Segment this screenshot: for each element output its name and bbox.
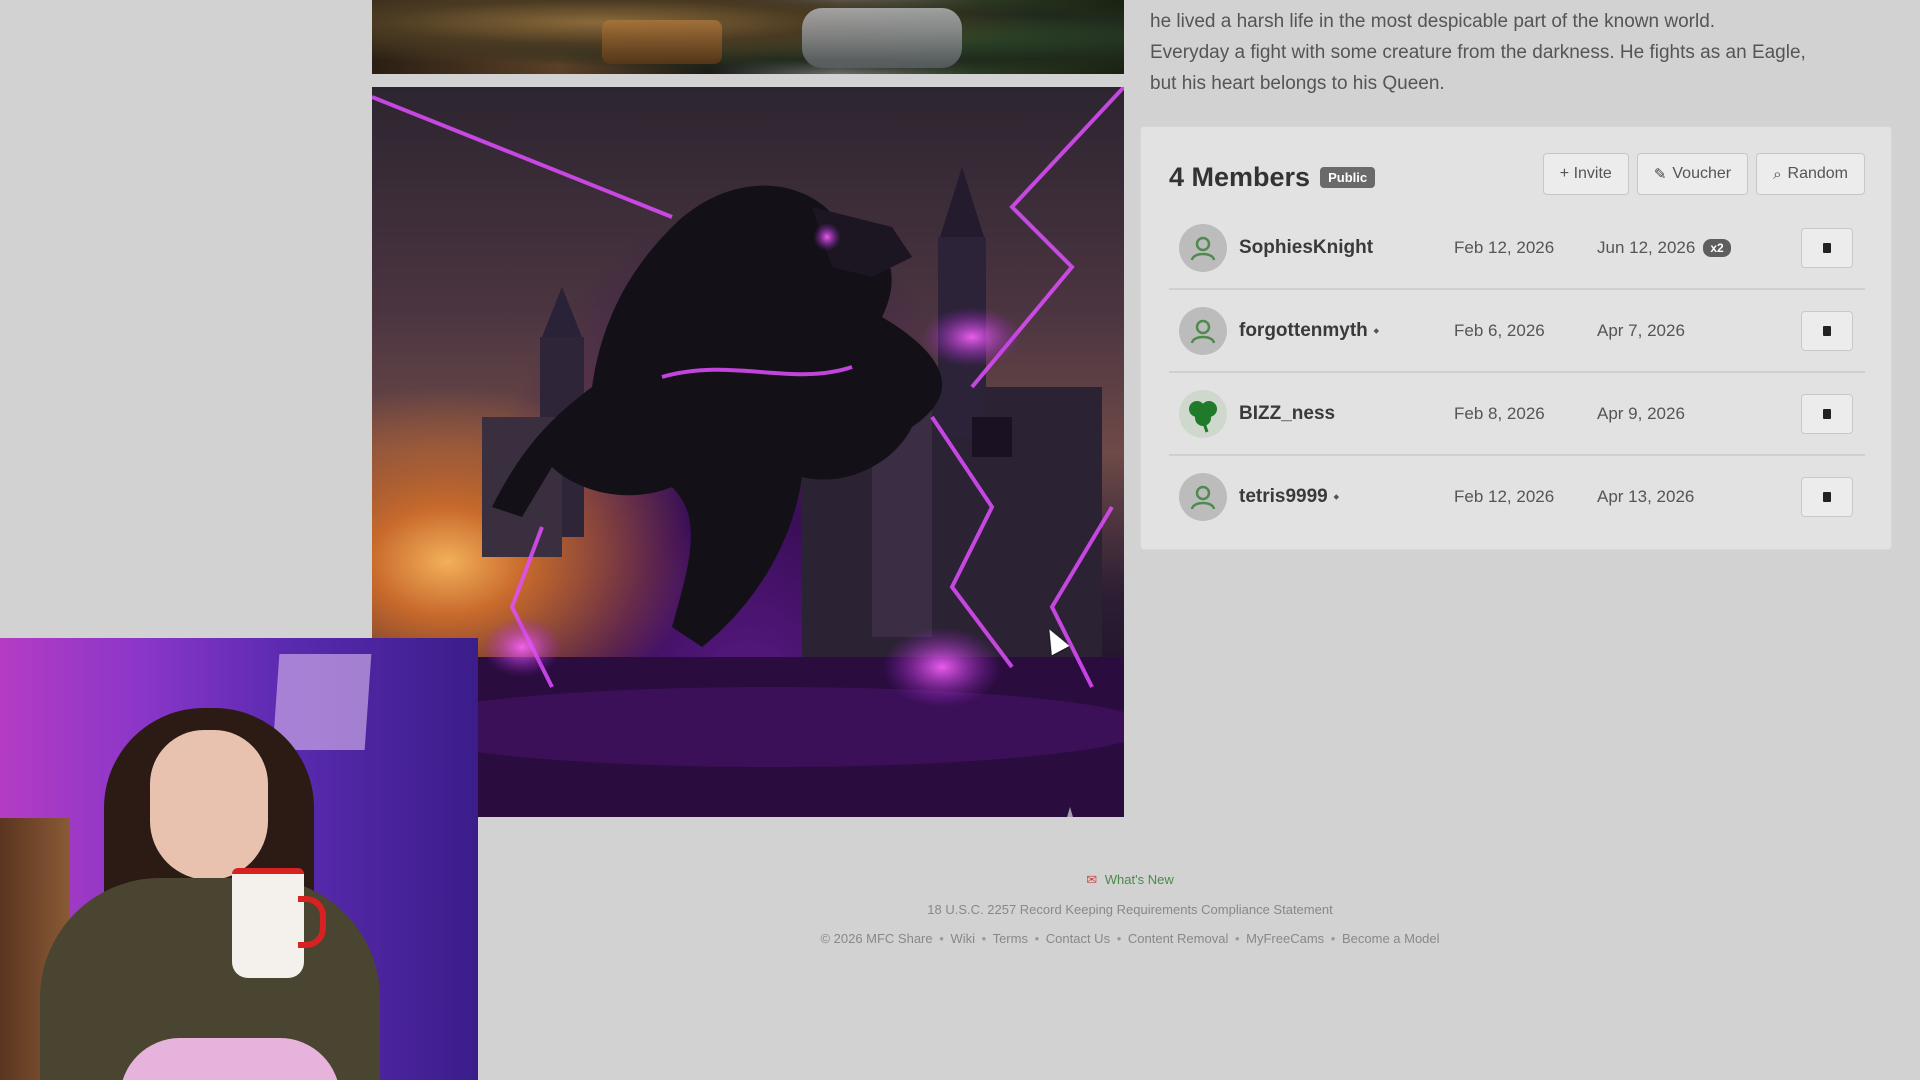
description-line: he lived a harsh life in the most despic… [1150, 11, 1716, 32]
user-icon[interactable] [1179, 472, 1227, 521]
multiplier-badge: x2 [1703, 238, 1731, 257]
member-expiry: Apr 7, 2026 [1597, 321, 1685, 341]
footer-link-content-removal[interactable]: Content Removal [1128, 931, 1228, 946]
webcam-overlay [0, 638, 478, 1080]
trash-icon [1823, 491, 1831, 502]
trash-icon [1823, 408, 1831, 419]
compliance-link[interactable]: 18 U.S.C. 2257 Record Keeping Requiremen… [700, 902, 1560, 917]
wolf-castle-illustration [372, 87, 1124, 817]
member-expiry: Jun 12, 2026 x2 [1597, 238, 1731, 258]
megaphone-icon: ✉ [1086, 872, 1098, 887]
member-joined-date: Feb 6, 2026 [1454, 320, 1545, 340]
footer-link-wiki[interactable]: Wiki [950, 931, 975, 946]
members-header: 4 Members Public [1169, 157, 1376, 197]
mug [232, 868, 326, 978]
artwork-detail [602, 20, 722, 64]
member-row: BIZZ_ness Feb 8, 2026 Apr 9, 2026 [1169, 373, 1865, 456]
tag-icon: ⬩ [1333, 488, 1339, 504]
description-line: but his heart belongs to his Queen. [1150, 73, 1445, 94]
visibility-badge: Public [1320, 166, 1376, 188]
user-icon[interactable] [1179, 223, 1227, 272]
search-icon: ⌕ [1773, 165, 1782, 183]
footer-link-myfreecams[interactable]: MyFreeCams [1246, 931, 1324, 946]
member-joined-date: Feb 12, 2026 [1454, 486, 1555, 506]
member-expiry-date: Apr 7, 2026 [1597, 320, 1685, 340]
invite-button-label: + Invite [1559, 165, 1612, 182]
person-knees [120, 1038, 340, 1080]
member-expiry: Apr 13, 2026 [1597, 487, 1694, 507]
random-button-label: Random [1787, 165, 1848, 182]
invite-button[interactable]: + Invite [1542, 153, 1629, 195]
artwork-image-wolf[interactable] [372, 87, 1124, 817]
member-name[interactable]: BIZZ_ness [1239, 403, 1449, 425]
member-name[interactable]: SophiesKnight [1239, 237, 1449, 259]
delete-member-button[interactable] [1801, 476, 1853, 517]
member-row: forgottenmyth ⬩ Feb 6, 2026 Apr 7, 2026 [1169, 290, 1865, 373]
artwork-description: he lived a harsh life in the most despic… [1150, 6, 1870, 99]
member-name-text: tetris9999 [1239, 485, 1328, 507]
footer-link-contact[interactable]: Contact Us [1046, 931, 1110, 946]
whats-new-link[interactable]: ✉ What's New [700, 872, 1560, 888]
trash-icon [1823, 242, 1831, 253]
voucher-button-label: Voucher [1672, 165, 1732, 182]
description-line: Everyday a fight with some creature from… [1150, 42, 1806, 63]
trash-icon [1823, 325, 1831, 336]
random-button[interactable]: ⌕ Random [1756, 153, 1865, 195]
clover-icon[interactable] [1179, 389, 1227, 438]
ticket-icon: ✎ [1653, 166, 1667, 183]
delete-member-button[interactable] [1801, 393, 1853, 434]
tag-icon: ⬩ [1373, 322, 1379, 338]
member-name[interactable]: tetris9999 ⬩ [1239, 486, 1449, 508]
member-name[interactable]: forgottenmyth ⬩ [1239, 320, 1449, 342]
delete-member-button[interactable] [1801, 227, 1853, 268]
member-expiry-date: Apr 13, 2026 [1597, 486, 1695, 506]
page-footer: ✉ What's New 18 U.S.C. 2257 Record Keepi… [700, 872, 1560, 960]
members-panel: 4 Members Public + Invite ✎ Voucher ⌕ Ra… [1140, 126, 1892, 550]
page: he lived a harsh life in the most despic… [0, 0, 1920, 1080]
easel [272, 654, 372, 750]
voucher-button[interactable]: ✎ Voucher [1636, 153, 1749, 195]
artwork-image-top[interactable] [372, 0, 1124, 74]
delete-member-button[interactable] [1801, 310, 1853, 351]
person-face [150, 730, 268, 880]
member-name-text: SophiesKnight [1239, 236, 1374, 258]
member-row: SophiesKnight Feb 12, 2026 Jun 12, 2026 … [1169, 207, 1865, 290]
members-title: 4 Members [1169, 161, 1311, 192]
member-joined-date: Feb 12, 2026 [1454, 237, 1555, 257]
members-actions: + Invite ✎ Voucher ⌕ Random [1542, 153, 1865, 195]
member-row: tetris9999 ⬩ Feb 12, 2026 Apr 13, 2026 [1169, 456, 1865, 537]
member-name-text: BIZZ_ness [1239, 402, 1336, 424]
footer-link-terms[interactable]: Terms [993, 931, 1028, 946]
member-name-text: forgottenmyth [1239, 319, 1368, 341]
whats-new-label: What's New [1104, 872, 1174, 887]
footer-links: © 2026 MFC Share • Wiki • Terms • Contac… [820, 931, 1440, 946]
user-icon[interactable] [1179, 306, 1227, 355]
artwork-detail [802, 8, 962, 68]
members-list: SophiesKnight Feb 12, 2026 Jun 12, 2026 … [1169, 207, 1865, 537]
copyright-text: © 2026 MFC Share [820, 931, 933, 946]
member-joined-date: Feb 8, 2026 [1454, 403, 1545, 423]
member-expiry-date: Apr 9, 2026 [1597, 403, 1685, 423]
member-expiry: Apr 9, 2026 [1597, 404, 1685, 424]
member-expiry-date: Jun 12, 2026 [1597, 237, 1696, 257]
footer-link-become-model[interactable]: Become a Model [1342, 931, 1440, 946]
